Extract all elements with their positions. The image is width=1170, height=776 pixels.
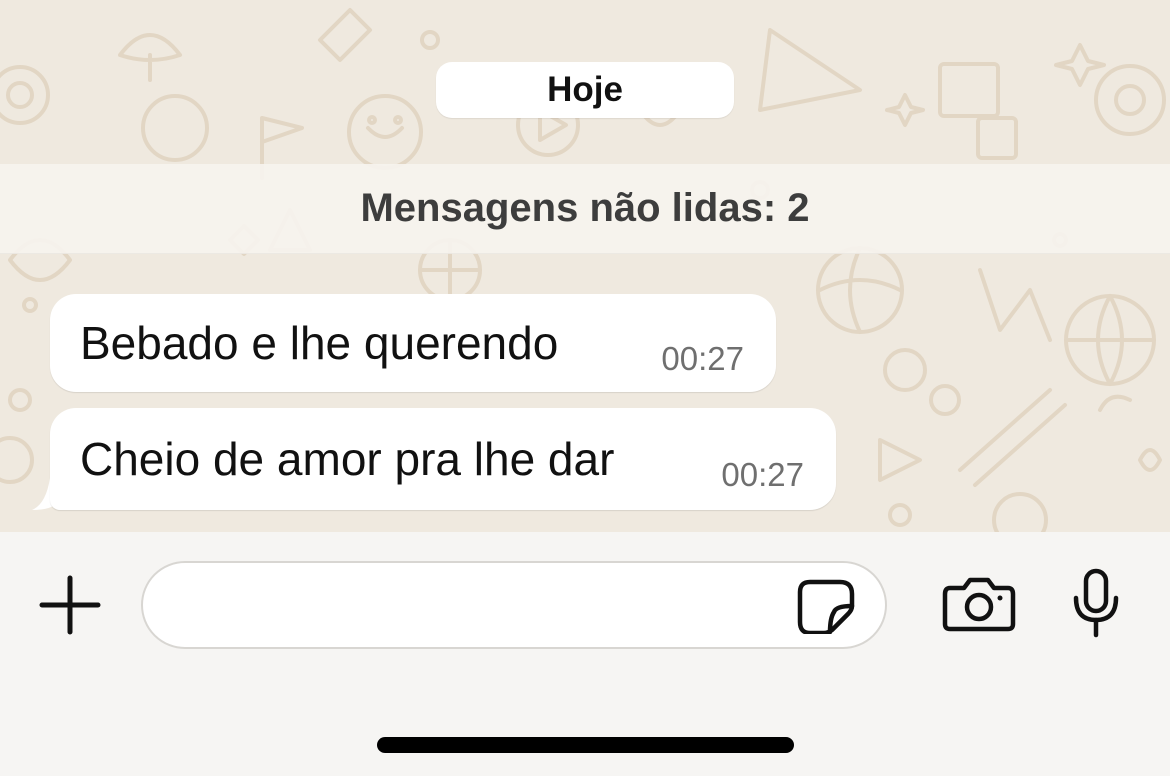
chat-area[interactable]: Hoje Mensagens não lidas: 2 Bebado e lhe… — [0, 0, 1170, 532]
message-timestamp: 00:27 — [661, 340, 744, 377]
message-timestamp: 00:27 — [721, 456, 804, 493]
date-chip: Hoje — [436, 62, 734, 118]
attach-plus-icon[interactable] — [38, 574, 102, 636]
message-text: Cheio de amor pra lhe dar — [80, 433, 615, 485]
home-indicator[interactable] — [377, 737, 794, 753]
microphone-icon[interactable] — [1070, 568, 1122, 638]
message-bubble[interactable]: Cheio de amor pra lhe dar 00:27 — [50, 408, 836, 510]
message-input[interactable] — [141, 561, 887, 649]
camera-icon[interactable] — [942, 576, 1016, 632]
sticker-icon[interactable] — [796, 578, 856, 634]
message-text: Bebado e lhe querendo — [80, 317, 559, 369]
unread-messages-banner: Mensagens não lidas: 2 — [0, 164, 1170, 254]
message-bubble[interactable]: Bebado e lhe querendo 00:27 — [50, 294, 776, 392]
